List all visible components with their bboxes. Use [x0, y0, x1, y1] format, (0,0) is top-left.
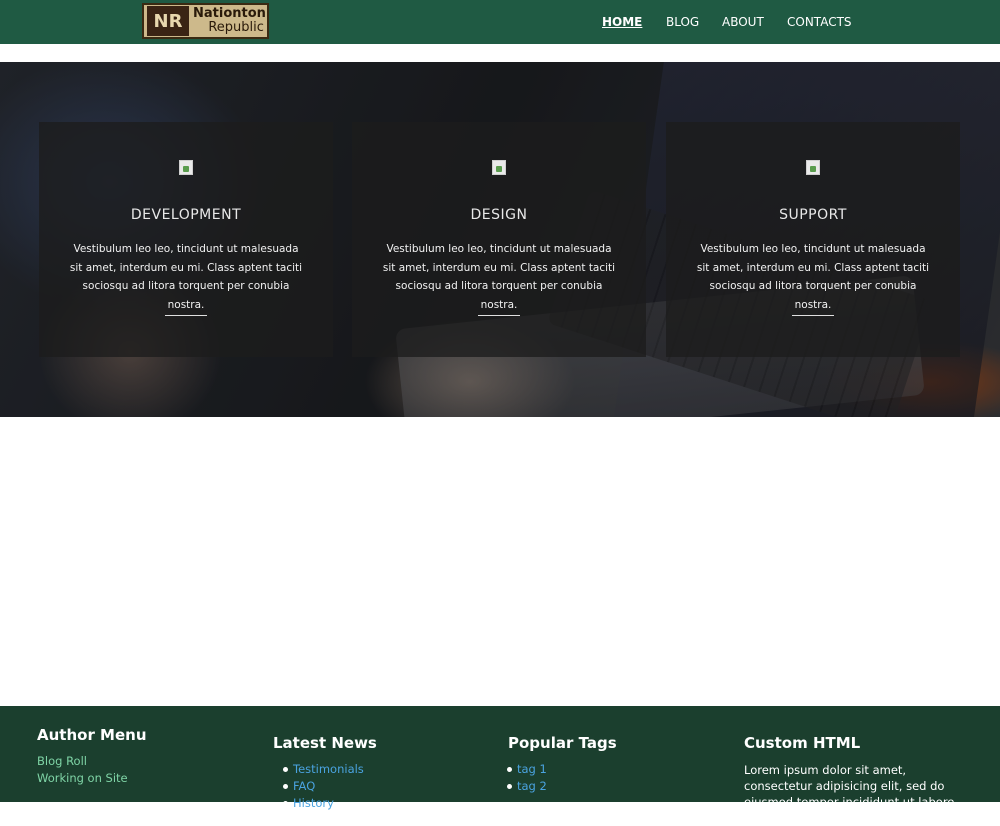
broken-image-icon [492, 160, 506, 175]
list-item: History [281, 795, 377, 812]
card-text: Vestibulum leo leo, tincidunt ut malesua… [69, 243, 303, 311]
card-divider [165, 315, 207, 316]
footer-popular-tags: Popular Tags tag 1 tag 2 [505, 734, 617, 795]
broken-image-icon [806, 160, 820, 175]
author-menu-links: Blog Roll Working on Site [37, 753, 147, 787]
list-item: Testimonials [281, 761, 377, 778]
card-title: DEVELOPMENT [130, 207, 242, 223]
nav-contacts[interactable]: CONTACTS [787, 15, 852, 29]
card-divider [478, 315, 520, 316]
broken-image-icon [179, 160, 193, 175]
footer-custom-html: Custom HTML Lorem ipsum dolor sit amet, … [744, 734, 959, 826]
nav-about[interactable]: ABOUT [722, 15, 764, 29]
list-item: FAQ [281, 778, 377, 795]
footer-heading: Author Menu [37, 726, 147, 744]
site-header: NR Nationton Republic HOME BLOG ABOUT CO… [0, 0, 1000, 44]
link-working-on-site[interactable]: Working on Site [37, 770, 147, 787]
custom-html-text: Lorem ipsum dolor sit amet, consectetur … [744, 763, 955, 825]
card-title: SUPPORT [779, 207, 847, 223]
service-card-design: DESIGN Vestibulum leo leo, tincidunt ut … [352, 122, 646, 357]
service-card-development: DEVELOPMENT Vestibulum leo leo, tincidun… [39, 122, 333, 357]
card-title: DESIGN [470, 207, 528, 223]
service-card-support: SUPPORT Vestibulum leo leo, tincidunt ut… [666, 122, 960, 357]
logo-line-2: Republic [208, 20, 264, 35]
card-text: Vestibulum leo leo, tincidunt ut malesua… [696, 243, 930, 311]
footer-latest-news: Latest News Testimonials FAQ History [273, 734, 377, 812]
card-text: Vestibulum leo leo, tincidunt ut malesua… [382, 243, 616, 311]
card-divider [792, 315, 834, 316]
link-blog-roll[interactable]: Blog Roll [37, 753, 147, 770]
latest-news-list: Testimonials FAQ History [273, 761, 377, 812]
site-footer: Author Menu Blog Roll Working on Site La… [0, 706, 1000, 825]
site-logo[interactable]: NR Nationton Republic [142, 3, 269, 39]
logo-line-1: Nationton [193, 6, 266, 21]
link-history[interactable]: History [293, 796, 334, 810]
link-faq[interactable]: FAQ [293, 779, 315, 793]
hero-section: DEVELOPMENT Vestibulum leo leo, tincidun… [0, 62, 1000, 417]
popular-tags-list: tag 1 tag 2 [505, 761, 617, 795]
footer-author-menu: Author Menu Blog Roll Working on Site [37, 726, 147, 787]
logo-text: Nationton Republic [193, 7, 266, 35]
nav-blog[interactable]: BLOG [666, 15, 699, 29]
logo-mark: NR [147, 6, 189, 36]
list-item: tag 2 [505, 778, 617, 795]
link-tag-2[interactable]: tag 2 [517, 779, 547, 793]
link-testimonials[interactable]: Testimonials [293, 762, 364, 776]
footer-heading: Latest News [273, 734, 377, 752]
footer-heading: Custom HTML [744, 734, 861, 752]
footer-heading: Popular Tags [508, 734, 617, 752]
list-item: tag 1 [505, 761, 617, 778]
nav-home[interactable]: HOME [602, 15, 642, 29]
link-tag-1[interactable]: tag 1 [517, 762, 547, 776]
